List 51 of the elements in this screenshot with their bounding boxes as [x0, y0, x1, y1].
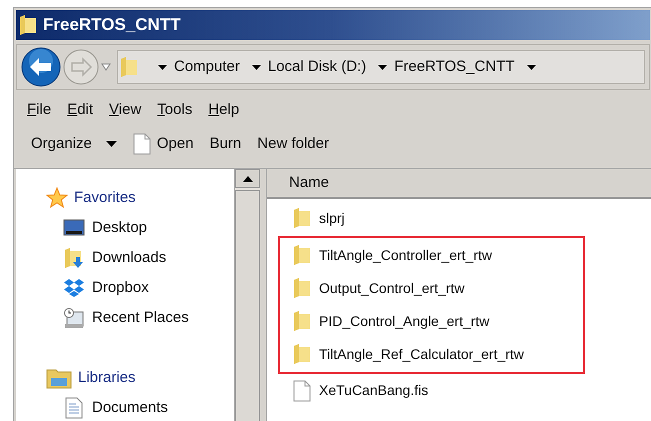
menu-item[interactable]: Help	[201, 98, 246, 122]
dropdown-caret-icon	[526, 64, 536, 70]
toolbar-button[interactable]: Organize	[24, 129, 124, 159]
folder-arrow-icon	[64, 247, 84, 269]
menu-item[interactable]: Edit	[60, 98, 100, 122]
window-title: FreeRTOS_CNTT	[43, 14, 181, 36]
file-name[interactable]: Output_Control_ert_rtw	[319, 278, 465, 298]
toolbar-button[interactable]: New folder	[250, 129, 336, 159]
folder-icon	[293, 207, 311, 230]
file-name[interactable]: PID_Control_Angle_ert_rtw	[319, 310, 490, 332]
monitor-icon	[63, 219, 85, 237]
document-icon	[293, 380, 311, 402]
folder-icon	[293, 310, 311, 332]
nav-item[interactable]: Documents	[92, 396, 168, 420]
folder-icon	[293, 244, 311, 266]
folder-icon	[19, 14, 37, 36]
breadcrumb[interactable]: FreeRTOS_CNTT	[394, 56, 515, 78]
dropdown-caret-icon	[158, 64, 167, 70]
dropdown-caret-icon	[378, 64, 388, 70]
clock-window-icon	[63, 307, 85, 329]
menu-item[interactable]: View	[102, 98, 148, 122]
nav-item[interactable]: Downloads	[92, 246, 166, 270]
breadcrumb[interactable]: Computer	[174, 56, 240, 78]
star-icon	[46, 187, 68, 209]
folder-icon	[120, 55, 138, 79]
nav-item[interactable]: Dropbox	[92, 276, 149, 300]
library-folder-icon	[46, 367, 72, 389]
folder-icon	[293, 277, 311, 299]
recent-pages-caret-icon[interactable]	[101, 63, 111, 71]
nav-group-header[interactable]: Favorites	[74, 186, 136, 210]
box-icon	[63, 278, 85, 298]
file-name[interactable]: TiltAngle_Controller_ert_rtw	[319, 244, 492, 266]
nav-item[interactable]: Recent Places	[92, 306, 189, 330]
toolbar-button[interactable]: Open	[126, 129, 201, 159]
document-icon	[132, 133, 151, 155]
dropdown-caret-icon	[252, 64, 261, 70]
file-name[interactable]: slprj	[319, 208, 345, 229]
breadcrumb[interactable]: Local Disk (D:)	[268, 56, 366, 78]
folder-icon	[293, 343, 311, 365]
file-name[interactable]: TiltAngle_Ref_Calculator_ert_rtw	[319, 344, 524, 364]
nav-group-header[interactable]: Libraries	[78, 366, 136, 390]
file-name[interactable]: XeTuCanBang.fis	[319, 380, 428, 402]
address-bar[interactable]: Computer Local Disk (D:) FreeRTOS_CNTT	[117, 50, 645, 84]
menu-item[interactable]: File	[20, 98, 58, 122]
scroll-up-button[interactable]	[235, 169, 260, 188]
toolbar-button[interactable]: Burn	[202, 129, 248, 159]
up-arrow-icon	[242, 176, 252, 182]
back-button[interactable]	[21, 47, 61, 87]
dropdown-caret-icon	[106, 141, 117, 147]
nav-item[interactable]: Desktop	[92, 216, 148, 240]
menu-item[interactable]: Tools	[150, 98, 200, 122]
